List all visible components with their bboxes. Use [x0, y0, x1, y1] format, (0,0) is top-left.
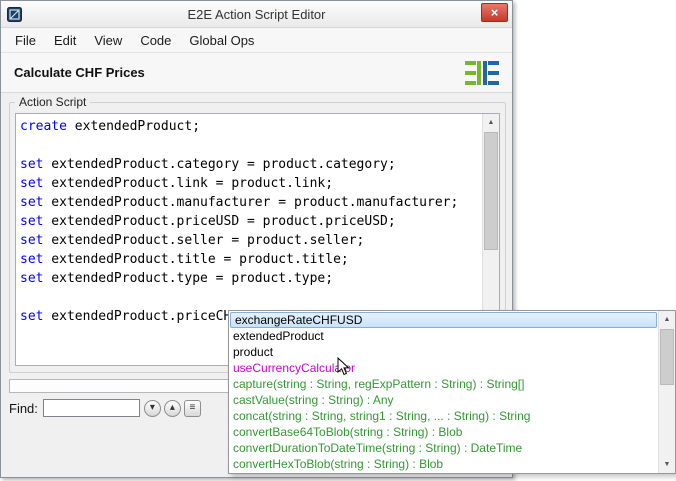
keyword: set: [20, 214, 43, 229]
popup-item[interactable]: product: [229, 344, 658, 360]
autocomplete-list: exchangeRateCHFUSDextendedProductproduct…: [229, 311, 658, 473]
code-line: set extendedProduct.title = product.titl…: [20, 250, 482, 269]
find-buttons: ▾ ▴ ≡: [144, 400, 201, 417]
keyword: set: [20, 309, 43, 324]
menu-item-code[interactable]: Code: [131, 29, 180, 52]
page-title: Calculate CHF Prices: [14, 65, 145, 80]
keyword: set: [20, 233, 43, 248]
find-row: Find: ▾ ▴ ≡: [9, 398, 201, 418]
menu-bar: FileEditViewCodeGlobal Ops: [1, 28, 512, 53]
autocomplete-popup: exchangeRateCHFUSDextendedProductproduct…: [228, 310, 676, 474]
window-title: E2E Action Script Editor: [1, 7, 512, 22]
keyword: set: [20, 252, 43, 267]
code-line: [20, 136, 482, 155]
close-button[interactable]: ×: [481, 3, 508, 22]
find-options-button[interactable]: ≡: [184, 400, 201, 417]
find-label: Find:: [9, 401, 38, 416]
scroll-up-icon: ▲: [488, 119, 495, 126]
scroll-up-icon: ▲: [664, 316, 671, 323]
keyword: create: [20, 119, 67, 134]
menu-item-file[interactable]: File: [6, 29, 45, 52]
popup-item[interactable]: concat(string : String, string1 : String…: [229, 408, 658, 424]
menu-item-global-ops[interactable]: Global Ops: [180, 29, 263, 52]
action-script-label: Action Script: [15, 95, 90, 109]
popup-item[interactable]: convertHexToBlob(string : String) : Blob: [229, 456, 658, 472]
mouse-cursor-icon: [337, 357, 350, 381]
popup-item[interactable]: extendedProduct: [229, 328, 658, 344]
popup-scroll-up-button[interactable]: ▲: [659, 311, 675, 328]
popup-item[interactable]: castValue(string : String) : Any: [229, 392, 658, 408]
editor-scrollbar-thumb[interactable]: [484, 132, 498, 250]
code-line: set extendedProduct.priceUSD = product.p…: [20, 212, 482, 231]
chevron-up-circle-icon: ▴: [170, 403, 175, 413]
popup-item[interactable]: convertDurationToDateTime(string : Strin…: [229, 440, 658, 456]
chevron-down-circle-icon: ▾: [150, 403, 155, 413]
keyword: set: [20, 195, 43, 210]
popup-scrollbar-thumb[interactable]: [660, 329, 674, 385]
keyword: set: [20, 271, 43, 286]
code-line: [20, 288, 482, 307]
code-line: set extendedProduct.manufacturer = produ…: [20, 193, 482, 212]
popup-item[interactable]: useCurrencyCalculator: [229, 360, 658, 376]
e2e-logo-icon: [464, 60, 500, 86]
code-line: set extendedProduct.type = product.type;: [20, 269, 482, 288]
scroll-down-icon: ▼: [664, 461, 671, 468]
list-icon: ≡: [189, 403, 195, 413]
popup-scroll-down-button[interactable]: ▼: [659, 456, 675, 473]
find-previous-button[interactable]: ▴: [164, 400, 181, 417]
code-line: set extendedProduct.link = product.link;: [20, 174, 482, 193]
scroll-up-button[interactable]: ▲: [483, 114, 499, 131]
code-line: create extendedProduct;: [20, 117, 482, 136]
code-line: set extendedProduct.category = product.c…: [20, 155, 482, 174]
app-icon: [7, 7, 22, 22]
menu-item-view[interactable]: View: [85, 29, 131, 52]
menu-item-edit[interactable]: Edit: [45, 29, 85, 52]
keyword: set: [20, 157, 43, 172]
popup-item[interactable]: convertBase64ToBlob(string : String) : B…: [229, 424, 658, 440]
popup-item[interactable]: capture(string : String, regExpPattern :…: [229, 376, 658, 392]
title-bar[interactable]: E2E Action Script Editor ×: [1, 1, 512, 28]
popup-item[interactable]: exchangeRateCHFUSD: [230, 312, 657, 328]
header: Calculate CHF Prices: [1, 53, 512, 93]
find-next-button[interactable]: ▾: [144, 400, 161, 417]
keyword: set: [20, 176, 43, 191]
popup-scrollbar[interactable]: ▲ ▼: [658, 311, 675, 473]
code-line: set extendedProduct.seller = product.sel…: [20, 231, 482, 250]
find-input[interactable]: [43, 399, 140, 417]
